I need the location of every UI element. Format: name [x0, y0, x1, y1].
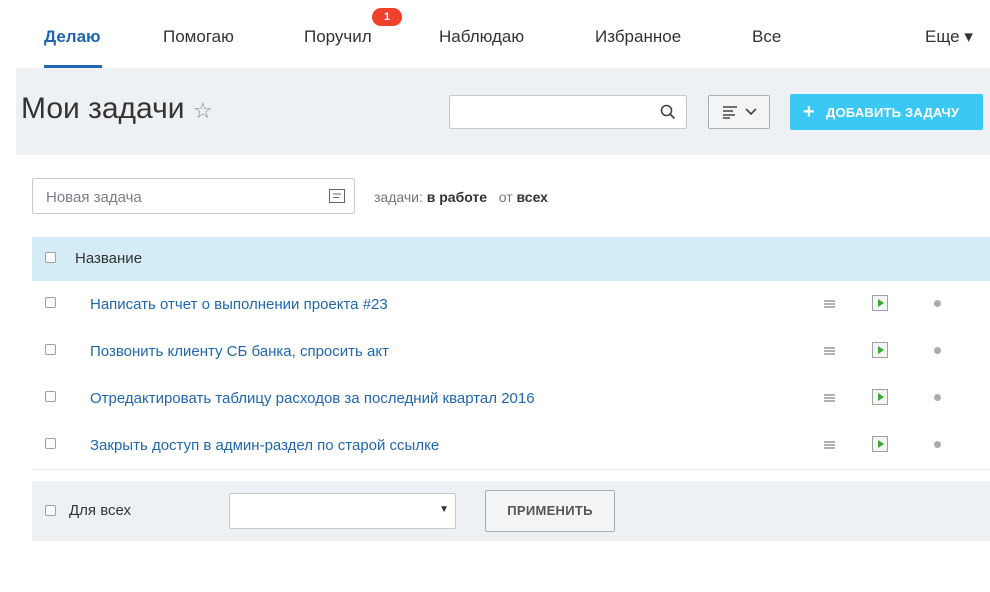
view-options-button[interactable]	[708, 95, 770, 129]
search-input[interactable]	[456, 97, 660, 129]
row-checkbox[interactable]	[45, 344, 56, 355]
caret-down-icon: ▼	[439, 504, 449, 515]
tab-more[interactable]: Еще ▾	[925, 27, 973, 47]
filter-whom-link[interactable]: всех	[517, 189, 548, 205]
table-row: Закрыть доступ в админ-раздел по старой …	[32, 422, 990, 470]
for-all-label: Для всех	[69, 502, 132, 519]
apply-button[interactable]: ПРИМЕНИТЬ	[485, 490, 615, 532]
lines-icon	[723, 106, 737, 119]
new-task-box[interactable]	[32, 178, 355, 214]
start-task-icon[interactable]	[872, 295, 888, 311]
for-all-checkbox[interactable]	[45, 505, 56, 516]
start-task-icon[interactable]	[872, 436, 888, 452]
tab-doing[interactable]: Делаю	[44, 27, 101, 47]
table-row: Позвонить клиенту СБ банка, спросить акт	[32, 328, 990, 376]
task-title-link[interactable]: Отредактировать таблицу расходов за посл…	[90, 390, 535, 407]
add-task-button[interactable]: + Добавить задачу	[790, 94, 983, 130]
status-dot-icon	[934, 441, 941, 448]
row-checkbox[interactable]	[45, 297, 56, 308]
search-icon[interactable]	[660, 104, 676, 120]
column-name-header[interactable]: Название	[75, 250, 142, 267]
group-actions-bar: Для всех ▼ ПРИМЕНИТЬ	[32, 481, 990, 541]
task-menu-icon[interactable]	[824, 441, 835, 449]
select-all-checkbox[interactable]	[45, 252, 56, 263]
filter-from: от	[498, 189, 513, 205]
page-title: Мои задачи	[21, 92, 185, 125]
table-row: Отредактировать таблицу расходов за посл…	[32, 375, 990, 423]
task-filter-summary: задачи: в работе от всех	[374, 189, 548, 205]
tab-bar: Делаю Помогаю Поручил 1 Наблюдаю Избранн…	[16, 0, 990, 68]
start-task-icon[interactable]	[872, 342, 888, 358]
task-title-link[interactable]: Позвонить клиенту СБ банка, спросить акт	[90, 343, 389, 360]
status-dot-icon	[934, 394, 941, 401]
active-tab-underline	[44, 65, 102, 68]
start-task-icon[interactable]	[872, 389, 888, 405]
group-action-select[interactable]: ▼	[229, 493, 456, 529]
row-checkbox[interactable]	[45, 391, 56, 402]
task-menu-icon[interactable]	[824, 394, 835, 402]
task-title-link[interactable]: Написать отчет о выполнении проекта #23	[90, 296, 388, 313]
tab-watching[interactable]: Наблюдаю	[439, 27, 524, 47]
chevron-down-icon	[745, 108, 757, 116]
tab-assigned[interactable]: Поручил	[304, 27, 372, 47]
task-menu-icon[interactable]	[824, 300, 835, 308]
status-dot-icon	[934, 300, 941, 307]
task-title-link[interactable]: Закрыть доступ в админ-раздел по старой …	[90, 437, 439, 454]
status-dot-icon	[934, 347, 941, 354]
table-header: Название	[32, 237, 990, 281]
app: Делаю Помогаю Поручил 1 Наблюдаю Избранн…	[16, 0, 990, 592]
filter-prefix: задачи:	[374, 189, 423, 205]
plus-icon: +	[803, 101, 815, 123]
tab-all[interactable]: Все	[752, 27, 781, 47]
search-box[interactable]	[449, 95, 687, 129]
tab-helping[interactable]: Помогаю	[163, 27, 234, 47]
star-icon[interactable]: ☆	[193, 98, 213, 124]
task-menu-icon[interactable]	[824, 347, 835, 355]
new-task-input[interactable]	[44, 180, 318, 214]
table-row: Написать отчет о выполнении проекта #23	[32, 281, 990, 329]
filter-status-link[interactable]: в работе	[427, 189, 487, 205]
task-form-icon[interactable]	[329, 189, 345, 203]
add-task-label: Добавить задачу	[826, 105, 960, 120]
tab-favorites[interactable]: Избранное	[595, 27, 681, 47]
row-checkbox[interactable]	[45, 438, 56, 449]
assigned-count-badge: 1	[372, 8, 402, 26]
